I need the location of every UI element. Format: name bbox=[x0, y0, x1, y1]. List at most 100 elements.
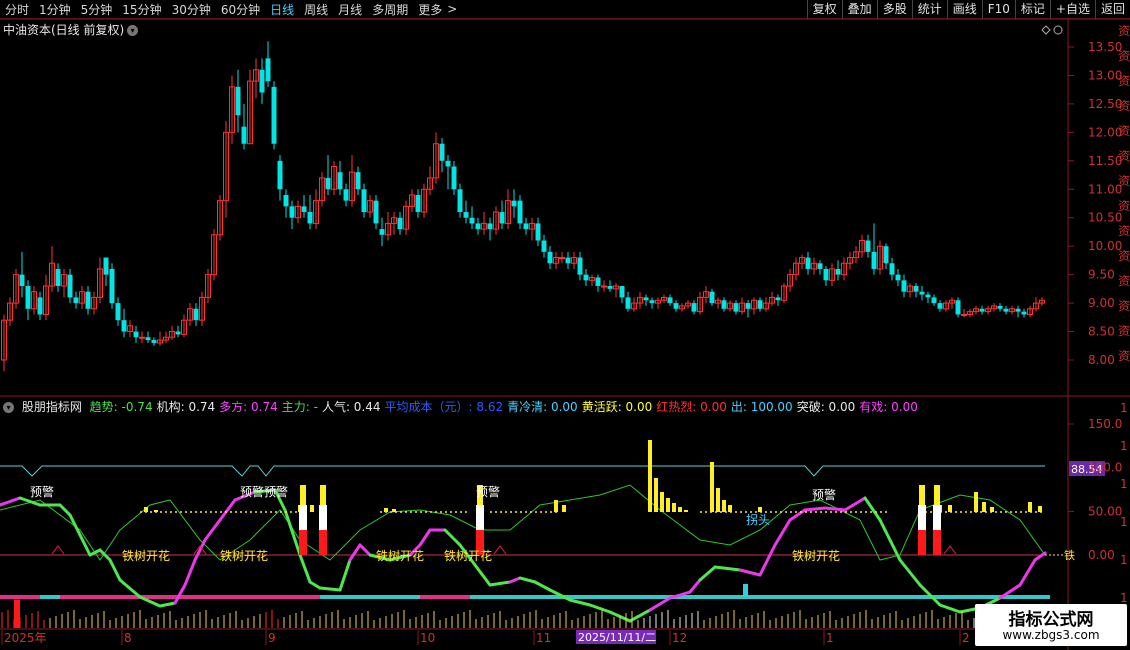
candle bbox=[457, 183, 463, 218]
candle-body bbox=[115, 303, 121, 321]
tower-white bbox=[319, 505, 327, 530]
side-label: 1 bbox=[1120, 439, 1128, 453]
candle bbox=[919, 286, 925, 301]
indicator-field-2: 多方: 0.74 bbox=[219, 400, 278, 414]
trend-line-thick bbox=[758, 543, 777, 577]
candle bbox=[769, 291, 775, 306]
trend-line-thick bbox=[358, 543, 372, 557]
candle-body bbox=[625, 297, 631, 309]
candle bbox=[181, 314, 187, 338]
side-label: 1 bbox=[1120, 591, 1128, 605]
candle bbox=[175, 325, 181, 338]
candle bbox=[343, 183, 349, 207]
candle-body bbox=[1003, 308, 1009, 312]
candle bbox=[757, 297, 763, 312]
indicator-field-0: 趋势: -0.74 bbox=[89, 400, 153, 414]
candle-body bbox=[361, 189, 367, 213]
candle bbox=[217, 194, 223, 241]
trend-line-thick bbox=[533, 580, 552, 592]
candle-body bbox=[271, 86, 277, 144]
candle bbox=[679, 303, 685, 312]
trend-line-thick bbox=[698, 565, 717, 582]
candle bbox=[85, 286, 91, 315]
side-label: 资 bbox=[1118, 274, 1130, 288]
candle-body bbox=[673, 303, 679, 309]
candle-body bbox=[961, 313, 967, 316]
date-axis: 2025年 8 9 10 11 12 1 22025/11/11/二 bbox=[1, 630, 970, 645]
candle bbox=[961, 308, 967, 318]
candle-body bbox=[379, 229, 385, 235]
candle-body bbox=[601, 285, 607, 288]
candle-body bbox=[397, 217, 403, 230]
candle bbox=[661, 294, 667, 304]
candle-body bbox=[25, 286, 31, 309]
yellow-bar bbox=[554, 500, 558, 512]
candle-body bbox=[709, 291, 715, 304]
candle-body bbox=[925, 294, 931, 298]
side-label: 资 bbox=[1118, 224, 1130, 238]
candle bbox=[901, 274, 907, 298]
candle bbox=[433, 132, 439, 184]
side-label: 资 bbox=[1118, 74, 1130, 88]
trend-line-thick bbox=[878, 518, 902, 562]
candle bbox=[613, 283, 619, 298]
cyan-bar bbox=[743, 584, 748, 596]
candle bbox=[991, 303, 997, 312]
candle bbox=[523, 217, 529, 235]
chevron-down-icon[interactable]: ▾ bbox=[3, 402, 14, 413]
candle-body bbox=[55, 268, 61, 287]
candle-body bbox=[817, 263, 823, 269]
candle bbox=[295, 200, 301, 224]
volume-tick-red bbox=[14, 600, 20, 628]
candle bbox=[445, 155, 451, 190]
candle bbox=[169, 325, 175, 341]
candle bbox=[655, 297, 661, 309]
indicator-name: 股朋指标网 bbox=[21, 400, 82, 414]
candle bbox=[985, 305, 991, 315]
trend-line-thick bbox=[508, 576, 522, 584]
trend-line-thick bbox=[218, 498, 237, 522]
cyan-top-line bbox=[0, 465, 1045, 477]
trend-line-thick bbox=[823, 506, 847, 512]
candle-body bbox=[871, 251, 877, 269]
indicator-axis-label: 100.0 bbox=[1088, 461, 1122, 475]
candle-body bbox=[997, 305, 1003, 309]
candle-body bbox=[511, 200, 517, 207]
side-label: 1 bbox=[1120, 401, 1128, 415]
candle-body bbox=[559, 257, 565, 260]
candle bbox=[547, 246, 553, 269]
candle bbox=[853, 246, 859, 264]
candle bbox=[703, 286, 709, 304]
candle-body bbox=[67, 274, 73, 298]
trend-line-thick bbox=[203, 518, 222, 542]
indicator-field-6: 青冷清: 0.00 bbox=[507, 400, 578, 414]
indicator-axis: 150.0 100.0 50.00 0.00 铁 1 1 1 1 1 1 bbox=[1045, 401, 1128, 605]
candle bbox=[583, 268, 589, 287]
side-label: 资 bbox=[1118, 249, 1130, 263]
candle bbox=[817, 260, 823, 275]
tower-white bbox=[933, 505, 941, 530]
candle bbox=[859, 234, 865, 258]
candle bbox=[193, 303, 199, 326]
candle bbox=[331, 160, 337, 195]
candle bbox=[787, 268, 793, 292]
candle-body bbox=[619, 286, 625, 298]
yellow-bar bbox=[654, 478, 658, 512]
candle bbox=[511, 189, 517, 218]
candle-body bbox=[565, 257, 571, 264]
yellow-bar bbox=[672, 503, 676, 512]
candle bbox=[643, 294, 649, 306]
tower-yellow bbox=[934, 485, 940, 507]
trend-line-thick bbox=[158, 601, 177, 608]
tower-white bbox=[918, 505, 926, 530]
candle bbox=[811, 257, 817, 275]
candle bbox=[499, 200, 505, 230]
indicator-field-10: 突破: 0.00 bbox=[796, 400, 856, 414]
candle bbox=[889, 257, 895, 281]
trend-line-thick bbox=[488, 580, 512, 587]
candle bbox=[637, 291, 643, 309]
candle-body bbox=[547, 251, 553, 264]
candle-body bbox=[889, 263, 895, 275]
yellow-bar bbox=[1038, 506, 1042, 512]
trend-line-thick bbox=[938, 603, 962, 614]
